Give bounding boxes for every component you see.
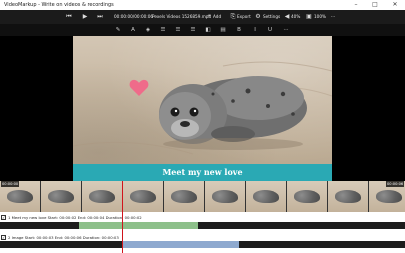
more-button[interactable]: ··· bbox=[331, 13, 335, 21]
video-stage: Meet my new love bbox=[0, 36, 405, 181]
thumbnail bbox=[164, 181, 205, 212]
thumbnail bbox=[82, 181, 123, 212]
align-center-icon[interactable]: ☰ bbox=[173, 25, 183, 35]
skip-back-icon[interactable]: ⏮ bbox=[64, 12, 74, 22]
skip-forward-icon[interactable]: ⏭ bbox=[95, 12, 105, 22]
settings-button[interactable]: Settings bbox=[263, 13, 280, 21]
title-bar: VideoMarkup - Write on videos & recordin… bbox=[0, 0, 405, 10]
caption-text: Meet my new love bbox=[162, 167, 243, 177]
thumbnail bbox=[41, 181, 82, 212]
text-size-icon[interactable]: A bbox=[128, 25, 138, 35]
underline-icon[interactable]: U bbox=[265, 25, 275, 35]
track-2-lane[interactable] bbox=[0, 241, 405, 248]
layers-icon[interactable]: ▤ bbox=[218, 25, 228, 35]
thumbnail bbox=[287, 181, 328, 212]
more-icon[interactable]: ··· bbox=[281, 25, 291, 35]
filmstrip[interactable]: 00:00:00 00:00:06 bbox=[0, 181, 405, 212]
track-2-header[interactable]: ✓ 2 Image Start: 00:00:03 End: 00:00:06 … bbox=[0, 234, 405, 241]
main-toolbar: ⏮ ▶ ⏭ 00:00:00/00:00:06 Pexels Videos 15… bbox=[0, 10, 405, 24]
track-2-label: 2 Image Start: 00:00:03 End: 00:00:06 Du… bbox=[8, 235, 119, 240]
thumbnail bbox=[328, 181, 369, 212]
contrast-icon[interactable]: ◧ bbox=[203, 25, 213, 35]
track-1-segment[interactable] bbox=[79, 222, 198, 229]
export-button[interactable]: Export bbox=[237, 13, 251, 21]
pen-icon[interactable]: ✎ bbox=[113, 25, 123, 35]
zoom-label[interactable]: 100% bbox=[314, 13, 326, 21]
gear-icon[interactable]: ⚙ bbox=[253, 12, 263, 22]
heart-sticker[interactable] bbox=[129, 79, 149, 97]
bold-icon[interactable]: B bbox=[234, 25, 244, 35]
track-2-checkbox[interactable]: ✓ bbox=[1, 235, 6, 240]
play-icon[interactable]: ▶ bbox=[80, 12, 90, 22]
playhead[interactable] bbox=[122, 181, 123, 253]
divider bbox=[0, 229, 405, 232]
time-display: 00:00:00/00:00:06 bbox=[114, 14, 154, 19]
color-fill-icon[interactable]: ◈ bbox=[143, 25, 153, 35]
volume-label[interactable]: 40% bbox=[291, 13, 300, 21]
minimize-button[interactable]: – bbox=[349, 0, 363, 10]
track-1-checkbox[interactable]: ✓ bbox=[1, 215, 6, 220]
caption-banner[interactable]: Meet my new love bbox=[73, 164, 332, 181]
start-timecode: 00:00:00 bbox=[1, 181, 20, 187]
add-button[interactable]: Add bbox=[213, 13, 221, 21]
close-button[interactable]: ✕ bbox=[388, 0, 402, 10]
zoom-icon[interactable]: ▣ bbox=[304, 12, 314, 22]
thumbnail bbox=[205, 181, 246, 212]
track-1-lane[interactable] bbox=[0, 222, 405, 229]
end-timecode: 00:00:06 bbox=[386, 181, 405, 187]
seal-image bbox=[73, 61, 332, 155]
thumbnail bbox=[123, 181, 164, 212]
align-justify-icon[interactable]: ☰ bbox=[188, 25, 198, 35]
video-preview[interactable]: Meet my new love bbox=[73, 36, 332, 181]
maximize-button[interactable]: □ bbox=[368, 0, 382, 10]
file-name: Pexels Videos 1526859.mp4 bbox=[152, 14, 212, 19]
track-panel: ✓ 1 Meet my new love Start: 00:00:02 End… bbox=[0, 212, 405, 253]
format-toolbar: ✎ A ◈ ☰ ☰ ☰ ◧ ▤ B I U ··· bbox=[0, 24, 405, 36]
app-title: VideoMarkup - Write on videos & recordin… bbox=[4, 2, 114, 8]
italic-icon[interactable]: I bbox=[250, 25, 260, 35]
track-1-header[interactable]: ✓ 1 Meet my new love Start: 00:00:02 End… bbox=[0, 214, 405, 221]
thumbnail bbox=[246, 181, 287, 212]
track-2-segment[interactable] bbox=[122, 241, 239, 248]
align-left-icon[interactable]: ☰ bbox=[158, 25, 168, 35]
